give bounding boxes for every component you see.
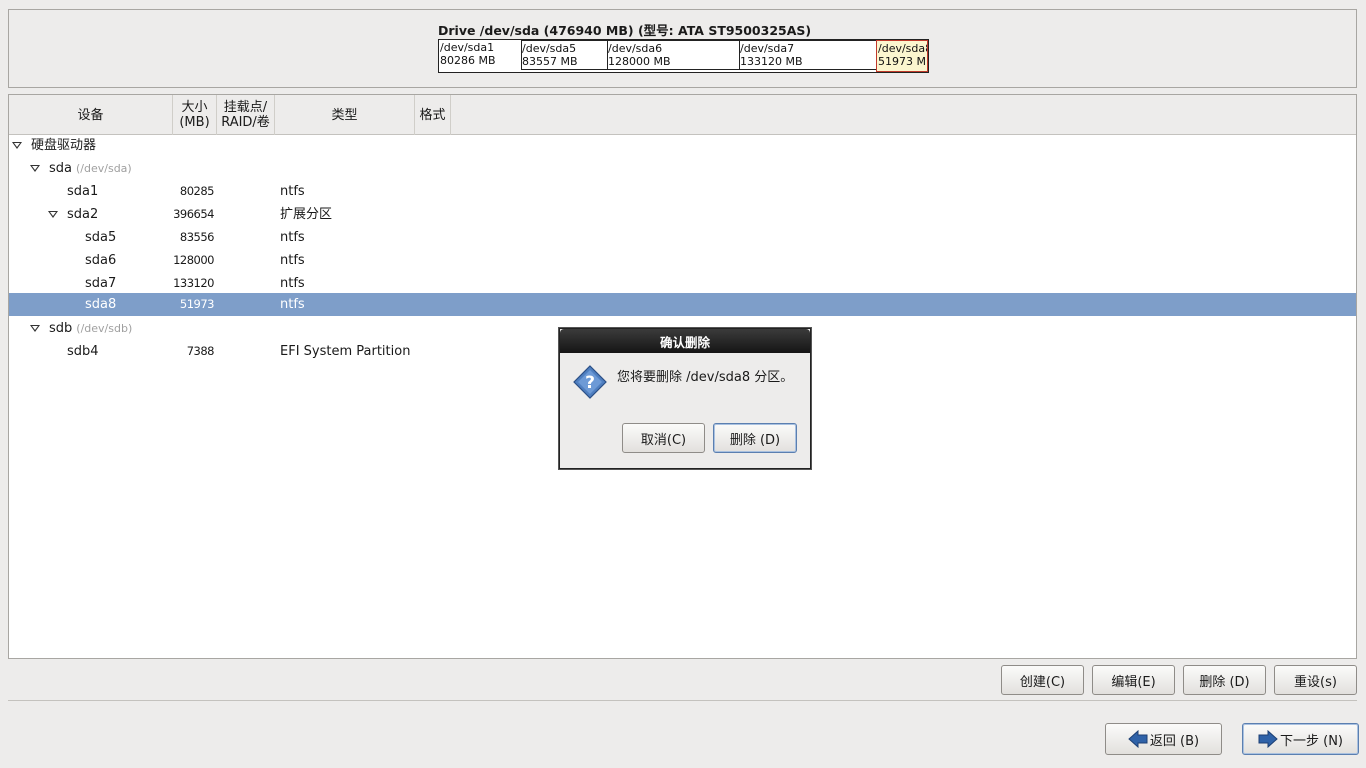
expander-down-icon[interactable]	[48, 211, 58, 218]
drive-title: Drive /dev/sda (476940 MB) (型号: ATA ST95…	[438, 23, 812, 38]
tree-header: 设备 大小 (MB) 挂载点/ RAID/卷 类型 格式	[9, 95, 1356, 135]
device-label: sda1	[67, 184, 99, 199]
create-button[interactable]: 创建(C)	[1001, 665, 1084, 695]
partition-size: 83557 MB	[522, 55, 578, 68]
type-cell: ntfs	[280, 230, 305, 245]
tree-row-sda5[interactable]: sda5 83556 ntfs	[9, 226, 1356, 249]
dialog-message: 您将要删除 /dev/sda8 分区。	[617, 370, 794, 385]
device-label: sda7	[85, 276, 117, 291]
type-cell: ntfs	[280, 184, 305, 199]
device-label: sda6	[85, 253, 117, 268]
type-cell: 扩展分区	[280, 207, 333, 222]
partition-size: 128000 MB	[608, 55, 671, 68]
partition-name: /dev/sda7	[740, 42, 795, 55]
next-button-label: 下一步 (N)	[1279, 733, 1343, 749]
partition-box-sda6[interactable]: /dev/sda6 128000 MB	[607, 40, 739, 70]
device-label: sda5	[85, 230, 117, 245]
device-label: sda2	[67, 207, 99, 222]
size-cell: 80285	[179, 184, 215, 198]
back-button-label: 返回 (B)	[1149, 733, 1200, 749]
dialog-cancel-button[interactable]: 取消(C)	[622, 423, 705, 453]
partition-name: /dev/sda8	[878, 42, 928, 55]
confirm-delete-dialog: 确认删除 ? 您将要删除 /dev/sda8 分区。 取消(C) 删除 (D)	[559, 328, 811, 469]
device-label: sdb4	[67, 344, 99, 359]
dialog-title: 确认删除	[560, 329, 810, 353]
partition-name: /dev/sda5	[522, 42, 577, 55]
tree-row-sda6[interactable]: sda6 128000 ntfs	[9, 249, 1356, 272]
device-label: sdb	[49, 321, 73, 336]
type-cell: ntfs	[280, 253, 305, 268]
size-cell: 51973	[179, 297, 215, 311]
tree-row-sda7[interactable]: sda7 133120 ntfs	[9, 272, 1356, 295]
partition-box-sda7[interactable]: /dev/sda7 133120 MB	[739, 40, 876, 70]
partition-size: 51973 MB	[878, 55, 928, 68]
arrow-right-icon	[1258, 730, 1278, 748]
expander-down-icon[interactable]	[30, 325, 40, 332]
device-label: sda8	[85, 297, 117, 312]
partition-bar: /dev/sda1 80286 MB /dev/sda5 83557 MB /d…	[438, 39, 929, 73]
expander-down-icon[interactable]	[12, 142, 22, 149]
size-cell: 7388	[186, 344, 215, 358]
size-cell: 396654	[173, 207, 214, 221]
back-button[interactable]: 返回 (B)	[1105, 723, 1222, 755]
type-cell: ntfs	[280, 297, 305, 312]
device-label: sda	[49, 161, 72, 176]
dialog-confirm-delete-button[interactable]: 删除 (D)	[713, 423, 797, 453]
tree-row-sda8[interactable]: sda8 51973 ntfs	[9, 293, 1356, 316]
column-header-device[interactable]: 设备	[9, 95, 173, 135]
svg-text:?: ?	[585, 373, 595, 393]
next-button[interactable]: 下一步 (N)	[1242, 723, 1359, 755]
partition-name: /dev/sda6	[608, 42, 663, 55]
partition-box-sda8[interactable]: /dev/sda8 51973 MB	[876, 40, 928, 72]
size-cell: 128000	[173, 253, 214, 267]
separator	[8, 700, 1357, 701]
partition-box-sda1[interactable]: /dev/sda1 80286 MB	[439, 40, 521, 72]
size-cell: 133120	[173, 276, 214, 290]
size-cell: 83556	[179, 230, 215, 244]
drive-map-panel: Drive /dev/sda (476940 MB) (型号: ATA ST95…	[8, 9, 1357, 88]
partition-size: 80286 MB	[440, 54, 496, 67]
column-header-format[interactable]: 格式	[415, 95, 451, 135]
column-header-size[interactable]: 大小 (MB)	[173, 95, 217, 135]
edit-button[interactable]: 编辑(E)	[1092, 665, 1175, 695]
arrow-left-icon	[1128, 730, 1148, 748]
type-cell: EFI System Partition	[280, 344, 411, 359]
question-icon: ?	[573, 365, 607, 399]
type-cell: ntfs	[280, 276, 305, 291]
expander-down-icon[interactable]	[30, 165, 40, 172]
column-header-type[interactable]: 类型	[275, 95, 415, 135]
device-label: 硬盘驱动器	[31, 138, 97, 153]
tree-row-hard-drives[interactable]: 硬盘驱动器	[9, 134, 1356, 157]
delete-button[interactable]: 删除 (D)	[1183, 665, 1266, 695]
tree-row-sda[interactable]: sda (/dev/sda)	[9, 157, 1356, 180]
device-path-hint: (/dev/sdb)	[76, 322, 133, 335]
column-header-mount[interactable]: 挂载点/ RAID/卷	[217, 95, 275, 135]
device-path-hint: (/dev/sda)	[76, 162, 132, 175]
partition-name: /dev/sda1	[440, 41, 495, 54]
partition-box-sda5[interactable]: /dev/sda5 83557 MB	[521, 40, 607, 70]
tree-row-sda2[interactable]: sda2 396654 扩展分区	[9, 203, 1356, 226]
partition-size: 133120 MB	[740, 55, 803, 68]
reset-button[interactable]: 重设(s)	[1274, 665, 1357, 695]
tree-row-sda1[interactable]: sda1 80285 ntfs	[9, 180, 1356, 203]
